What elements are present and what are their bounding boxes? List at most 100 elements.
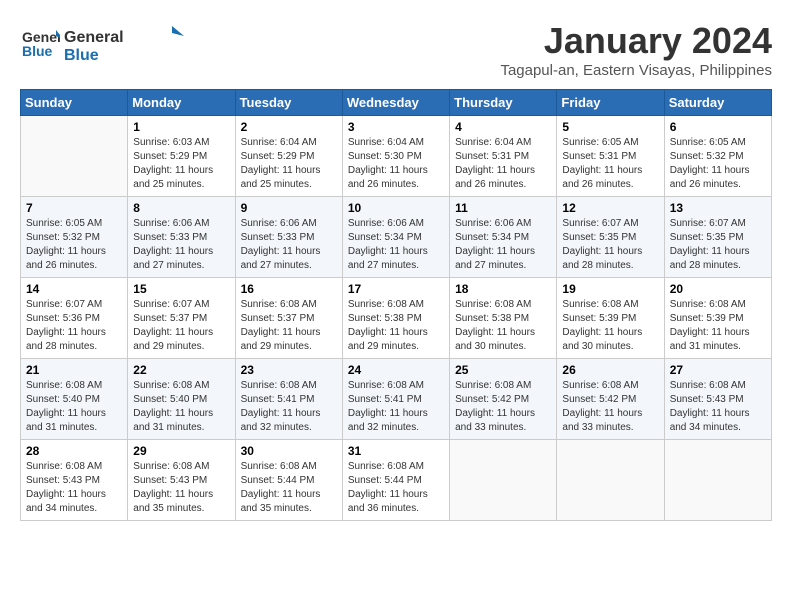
calendar-cell: 10Sunrise: 6:06 AM Sunset: 5:34 PM Dayli… [342, 197, 449, 278]
day-header-wednesday: Wednesday [342, 90, 449, 116]
day-number: 27 [670, 363, 766, 377]
day-info: Sunrise: 6:06 AM Sunset: 5:33 PM Dayligh… [241, 217, 337, 273]
calendar-cell: 24 Sunrise: 6:08 AM Sunset: 5:41 PM Dayli… [342, 359, 449, 440]
day-info: Sunrise: 6:08 AM Sunset: 5:39 PM Dayligh… [562, 298, 658, 354]
day-info: Sunrise: 6:07 AM Sunset: 5:36 PM Dayligh… [26, 298, 122, 354]
week-row-3: 14 Sunrise: 6:07 AM Sunset: 5:36 PM Dayli… [21, 278, 772, 359]
day-number: 14 [26, 282, 122, 296]
day-number: 13 [670, 201, 766, 215]
calendar-cell: 27 Sunrise: 6:08 AM Sunset: 5:43 PM Dayli… [664, 359, 771, 440]
calendar-cell: 8 Sunrise: 6:06 AM Sunset: 5:33 PM Daylig… [128, 197, 235, 278]
day-number: 22 [133, 363, 229, 377]
calendar-cell: 1 Sunrise: 6:03 AM Sunset: 5:29 PM Daylig… [128, 116, 235, 197]
calendar-cell [664, 440, 771, 521]
calendar-cell: 3 Sunrise: 6:04 AM Sunset: 5:30 PM Daylig… [342, 116, 449, 197]
day-info: Sunrise: 6:08 AM Sunset: 5:37 PM Dayligh… [241, 298, 337, 354]
day-number: 29 [133, 444, 229, 458]
calendar-cell: 23 Sunrise: 6:08 AM Sunset: 5:41 PM Dayli… [235, 359, 342, 440]
day-info: Sunrise: 6:06 AM Sunset: 5:33 PM Dayligh… [133, 217, 229, 273]
day-header-saturday: Saturday [664, 90, 771, 116]
day-number: 12 [562, 201, 658, 215]
day-info: Sunrise: 6:07 AM Sunset: 5:35 PM Dayligh… [562, 217, 658, 273]
day-number: 9 [241, 201, 337, 215]
day-number: 11 [455, 201, 551, 215]
calendar-cell [557, 440, 664, 521]
calendar-cell: 6 Sunrise: 6:05 AM Sunset: 5:32 PM Daylig… [664, 116, 771, 197]
day-header-tuesday: Tuesday [235, 90, 342, 116]
day-number: 23 [241, 363, 337, 377]
day-number: 28 [26, 444, 122, 458]
day-info: Sunrise: 6:04 AM Sunset: 5:29 PM Dayligh… [241, 136, 337, 192]
day-info: Sunrise: 6:08 AM Sunset: 5:39 PM Dayligh… [670, 298, 766, 354]
calendar-cell: 2 Sunrise: 6:04 AM Sunset: 5:29 PM Daylig… [235, 116, 342, 197]
calendar-cell [21, 116, 128, 197]
day-number: 3 [348, 120, 444, 134]
day-info: Sunrise: 6:04 AM Sunset: 5:31 PM Dayligh… [455, 136, 551, 192]
day-number: 26 [562, 363, 658, 377]
day-info: Sunrise: 6:08 AM Sunset: 5:42 PM Dayligh… [455, 379, 551, 435]
day-number: 15 [133, 282, 229, 296]
header-row: SundayMondayTuesdayWednesdayThursdayFrid… [21, 90, 772, 116]
day-info: Sunrise: 6:08 AM Sunset: 5:44 PM Dayligh… [241, 460, 337, 516]
day-info: Sunrise: 6:08 AM Sunset: 5:43 PM Dayligh… [26, 460, 122, 516]
calendar-cell: 9 Sunrise: 6:06 AM Sunset: 5:33 PM Daylig… [235, 197, 342, 278]
calendar-cell: 20Sunrise: 6:08 AM Sunset: 5:39 PM Dayli… [664, 278, 771, 359]
day-number: 21 [26, 363, 122, 377]
month-title: January 2024 [500, 20, 772, 62]
calendar-cell: 16 Sunrise: 6:08 AM Sunset: 5:37 PM Dayli… [235, 278, 342, 359]
calendar-cell: 4Sunrise: 6:04 AM Sunset: 5:31 PM Daylig… [450, 116, 557, 197]
day-number: 2 [241, 120, 337, 134]
day-info: Sunrise: 6:05 AM Sunset: 5:32 PM Dayligh… [670, 136, 766, 192]
day-number: 8 [133, 201, 229, 215]
title-section: January 2024 Tagapul-an, Eastern Visayas… [500, 20, 772, 79]
day-info: Sunrise: 6:07 AM Sunset: 5:35 PM Dayligh… [670, 217, 766, 273]
logo-full: General Blue [64, 24, 184, 64]
calendar-cell: 21Sunrise: 6:08 AM Sunset: 5:40 PM Dayli… [21, 359, 128, 440]
calendar-cell: 29Sunrise: 6:08 AM Sunset: 5:43 PM Dayli… [128, 440, 235, 521]
day-info: Sunrise: 6:04 AM Sunset: 5:30 PM Dayligh… [348, 136, 444, 192]
day-number: 5 [562, 120, 658, 134]
calendar-table: SundayMondayTuesdayWednesdayThursdayFrid… [20, 89, 772, 521]
day-info: Sunrise: 6:08 AM Sunset: 5:43 PM Dayligh… [670, 379, 766, 435]
calendar-cell: 25Sunrise: 6:08 AM Sunset: 5:42 PM Dayli… [450, 359, 557, 440]
week-row-2: 7 Sunrise: 6:05 AM Sunset: 5:32 PM Daylig… [21, 197, 772, 278]
calendar-cell: 15 Sunrise: 6:07 AM Sunset: 5:37 PM Dayli… [128, 278, 235, 359]
logo-icon: General Blue [20, 22, 60, 62]
location-subtitle: Tagapul-an, Eastern Visayas, Philippines [500, 62, 772, 79]
day-number: 10 [348, 201, 444, 215]
day-number: 18 [455, 282, 551, 296]
day-info: Sunrise: 6:06 AM Sunset: 5:34 PM Dayligh… [455, 217, 551, 273]
calendar-cell [450, 440, 557, 521]
day-number: 7 [26, 201, 122, 215]
week-row-1: 1 Sunrise: 6:03 AM Sunset: 5:29 PM Daylig… [21, 116, 772, 197]
day-info: Sunrise: 6:03 AM Sunset: 5:29 PM Dayligh… [133, 136, 229, 192]
svg-text:General: General [64, 29, 124, 46]
day-info: Sunrise: 6:05 AM Sunset: 5:32 PM Dayligh… [26, 217, 122, 273]
calendar-cell: 19Sunrise: 6:08 AM Sunset: 5:39 PM Dayli… [557, 278, 664, 359]
calendar-cell: 28 Sunrise: 6:08 AM Sunset: 5:43 PM Dayli… [21, 440, 128, 521]
day-info: Sunrise: 6:07 AM Sunset: 5:37 PM Dayligh… [133, 298, 229, 354]
calendar-cell: 31Sunrise: 6:08 AM Sunset: 5:44 PM Dayli… [342, 440, 449, 521]
day-info: Sunrise: 6:08 AM Sunset: 5:40 PM Dayligh… [133, 379, 229, 435]
calendar-cell: 14 Sunrise: 6:07 AM Sunset: 5:36 PM Dayli… [21, 278, 128, 359]
calendar-cell: 26Sunrise: 6:08 AM Sunset: 5:42 PM Dayli… [557, 359, 664, 440]
day-info: Sunrise: 6:08 AM Sunset: 5:41 PM Dayligh… [348, 379, 444, 435]
calendar-cell: 13 Sunrise: 6:07 AM Sunset: 5:35 PM Dayli… [664, 197, 771, 278]
day-info: Sunrise: 6:08 AM Sunset: 5:41 PM Dayligh… [241, 379, 337, 435]
day-info: Sunrise: 6:05 AM Sunset: 5:31 PM Dayligh… [562, 136, 658, 192]
day-header-thursday: Thursday [450, 90, 557, 116]
page-header: General Blue General Blue January 2024 T… [20, 20, 772, 79]
calendar-cell: 17Sunrise: 6:08 AM Sunset: 5:38 PM Dayli… [342, 278, 449, 359]
day-number: 24 [348, 363, 444, 377]
week-row-4: 21 Sunrise: 6:08 AM Sunset: 5:40 PM Dayli… [21, 359, 772, 440]
calendar-cell: 12 Sunrise: 6:07 AM Sunset: 5:35 PM Dayli… [557, 197, 664, 278]
day-info: Sunrise: 6:08 AM Sunset: 5:38 PM Dayligh… [348, 298, 444, 354]
day-number: 1 [133, 120, 229, 134]
day-number: 6 [670, 120, 766, 134]
svg-text:Blue: Blue [22, 43, 53, 59]
calendar-cell: 7 Sunrise: 6:05 AM Sunset: 5:32 PM Daylig… [21, 197, 128, 278]
day-number: 16 [241, 282, 337, 296]
calendar-cell: 11 Sunrise: 6:06 AM Sunset: 5:34 PM Dayli… [450, 197, 557, 278]
day-header-sunday: Sunday [21, 90, 128, 116]
day-header-friday: Friday [557, 90, 664, 116]
